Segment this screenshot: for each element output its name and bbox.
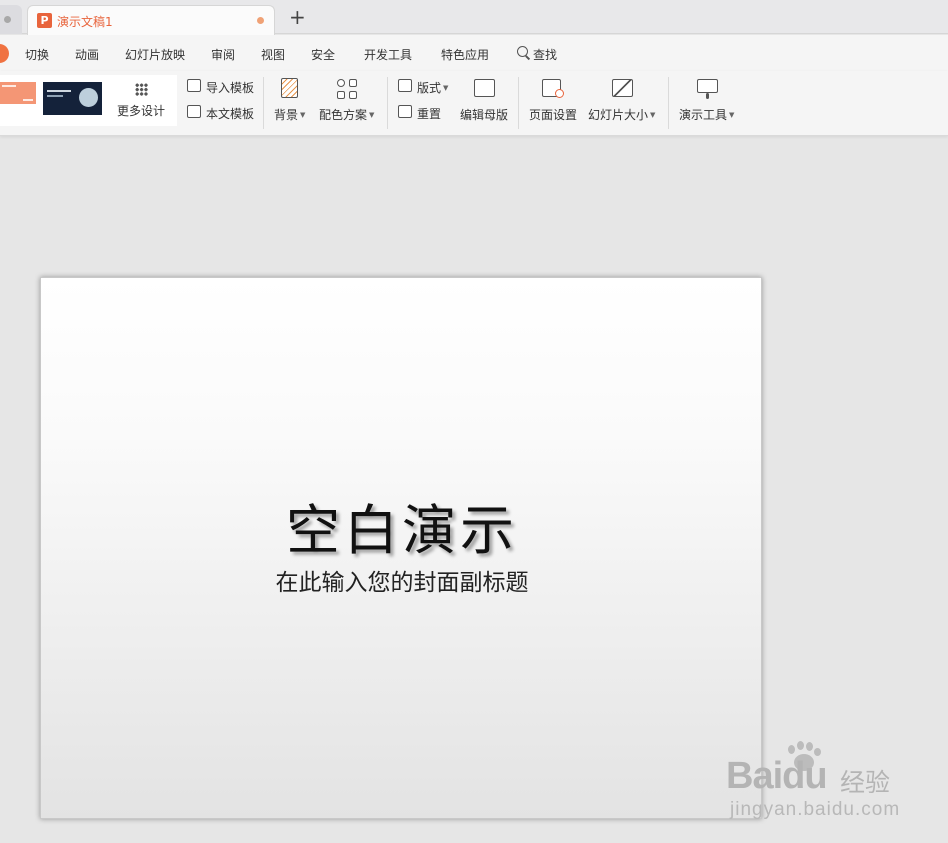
template-thumbnail-night[interactable] [43, 82, 102, 115]
more-design-button[interactable]: 更多设计 [104, 75, 177, 126]
screen-stand-icon [706, 93, 709, 99]
import-template-label: 导入模板 [206, 81, 255, 95]
document-tab-title: 演示文稿1 [57, 15, 113, 29]
thumbnail-text-bar [47, 90, 71, 92]
thumbnail-moon-image [79, 88, 98, 107]
color-scheme-icon [337, 79, 345, 87]
unsaved-dot-icon [257, 17, 264, 24]
reset-icon [398, 105, 412, 118]
this-template-label: 本文模板 [206, 107, 255, 121]
ribbon-divider [668, 77, 669, 129]
menu-transition[interactable]: 切换 [25, 46, 49, 63]
tab-dot-icon [4, 16, 11, 23]
page-setup-label: 页面设置 [529, 108, 578, 122]
thumbnail-text-bar [47, 95, 63, 97]
settings-gear-icon [555, 89, 564, 98]
tab-bar: P 演示文稿1 + [0, 0, 948, 35]
watermark-brand: Baidu [726, 755, 828, 797]
slide-subtitle[interactable]: 在此输入您的封面副标题 [41, 563, 763, 597]
color-scheme-icon [349, 79, 357, 87]
edit-master-label: 编辑母版 [460, 108, 509, 122]
menu-animation[interactable]: 动画 [75, 46, 99, 63]
new-tab-button[interactable]: + [289, 7, 306, 27]
menu-developer-tools[interactable]: 开发工具 [364, 46, 412, 63]
previous-tab[interactable] [0, 5, 22, 34]
background-icon [281, 78, 298, 98]
watermark-product: 经验 [840, 768, 891, 797]
thumbnail-text-bar [2, 85, 16, 87]
slide-title[interactable]: 空白演示 [41, 486, 763, 565]
presentation-file-icon: P [37, 13, 52, 28]
design-ribbon: 更多设计 导入模板 本文模板 背景▼ 配色方案▼ 版式▼ 重置 编辑母版 [0, 71, 948, 136]
import-template-icon [187, 79, 201, 92]
more-design-label: 更多设计 [117, 104, 166, 118]
slide-master-icon [474, 79, 495, 97]
template-icon [187, 105, 201, 118]
presentation-screen-icon [697, 79, 718, 93]
color-scheme-icon [349, 91, 357, 99]
menu-view[interactable]: 视图 [261, 46, 285, 63]
template-thumbnail-orange[interactable] [0, 82, 36, 104]
template-gallery: 更多设计 [0, 75, 177, 126]
slide-size-icon [612, 79, 633, 97]
menu-review[interactable]: 审阅 [211, 46, 235, 63]
presentation-tools-label: 演示工具 ▼ [679, 108, 735, 122]
menu-search[interactable]: 查找 [533, 46, 557, 63]
search-icon[interactable] [517, 46, 528, 57]
menu-bar: 切换 动画 幻灯片放映 审阅 视图 安全 开发工具 特色应用 查找 [0, 35, 948, 71]
color-scheme-label: 配色方案 ▼ [319, 108, 375, 122]
baidu-jingyan-watermark: Baidu 经验 jingyan.baidu.com [726, 741, 926, 831]
thumbnail-text-bar [23, 99, 33, 101]
document-tab[interactable]: P 演示文稿1 [27, 5, 275, 35]
background-label: 背景 ▼ [274, 108, 306, 122]
layout-label: 版式 ▼ [417, 81, 449, 95]
menu-slideshow[interactable]: 幻灯片放映 [125, 46, 185, 63]
watermark-url: jingyan.baidu.com [730, 799, 901, 820]
slide-canvas[interactable]: 空白演示 在此输入您的封面副标题 [40, 277, 762, 819]
ribbon-divider [518, 77, 519, 129]
app-menu-icon[interactable] [0, 44, 9, 63]
ribbon-divider [387, 77, 388, 129]
menu-special-apps[interactable]: 特色应用 [441, 46, 489, 63]
color-scheme-icon [337, 91, 345, 99]
ribbon-divider [263, 77, 264, 129]
grid-icon [135, 83, 148, 96]
reset-label: 重置 [417, 107, 442, 121]
menu-security[interactable]: 安全 [311, 46, 335, 63]
slide-size-label: 幻灯片大小 ▼ [588, 108, 656, 122]
layout-icon [398, 79, 412, 92]
